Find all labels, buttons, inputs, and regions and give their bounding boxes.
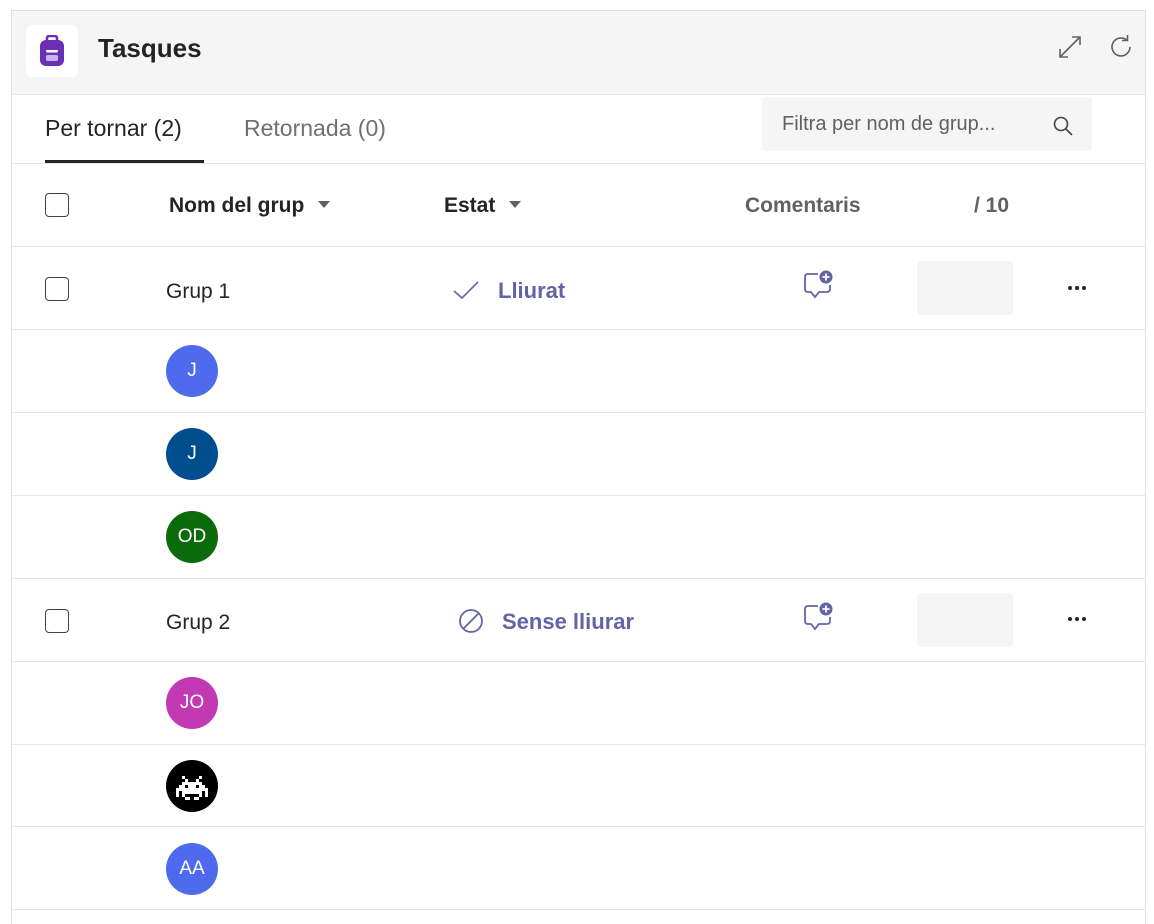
- table-header: Nom del grup Estat Comentaris / 10: [12, 164, 1145, 247]
- avatar: J: [166, 428, 218, 480]
- app-title: Tasques: [98, 33, 202, 63]
- table-row-group[interactable]: Grup 2 Sense lliurar: [12, 579, 1145, 662]
- more-options-button[interactable]: [1060, 607, 1094, 631]
- search-placeholder: Filtra per nom de grup...: [782, 113, 996, 135]
- more-options-button[interactable]: [1060, 276, 1094, 300]
- status-label: Lliurat: [498, 278, 566, 303]
- column-header-points: / 10: [974, 194, 1010, 217]
- select-all-checkbox[interactable]: [45, 193, 69, 217]
- tab-per-tornar[interactable]: Per tornar (2): [45, 115, 182, 142]
- grade-input[interactable]: [917, 261, 1013, 315]
- assignment-panel: Tasques Per tornar (2) Retornada (0) Fil…: [11, 10, 1146, 924]
- add-comment-button[interactable]: [802, 601, 836, 635]
- member-row: [12, 745, 1145, 827]
- prohibited-icon: [459, 609, 483, 634]
- app-header: Tasques: [12, 11, 1145, 95]
- status-link[interactable]: Sense lliurar: [458, 609, 634, 636]
- column-header-group-name[interactable]: Nom del grup: [169, 194, 331, 218]
- column-header-group-name-label: Nom del grup: [169, 194, 305, 217]
- app-logo: [26, 25, 78, 77]
- member-row: JO: [12, 662, 1145, 745]
- avatar: AA: [166, 843, 218, 895]
- refresh-button[interactable]: [1108, 33, 1136, 61]
- table-row-group[interactable]: Grup 1 Lliurat: [12, 247, 1145, 330]
- status-link[interactable]: Lliurat: [452, 278, 565, 304]
- add-comment-icon: [804, 602, 833, 631]
- avatar: J: [166, 345, 218, 397]
- more-icon: [1068, 286, 1086, 290]
- tabs-bar: Per tornar (2) Retornada (0) Filtra per …: [12, 95, 1145, 164]
- add-comment-icon: [804, 270, 833, 299]
- sort-caret-icon: [509, 200, 522, 208]
- member-row: J: [12, 413, 1145, 496]
- column-header-status-label: Estat: [444, 194, 496, 217]
- member-row: J: [12, 330, 1145, 413]
- space-invader-icon: [176, 776, 208, 800]
- column-header-status[interactable]: Estat: [444, 194, 522, 218]
- backpack-icon: [40, 35, 64, 66]
- column-header-comments: Comentaris: [745, 194, 861, 217]
- row-checkbox[interactable]: [45, 609, 69, 633]
- member-row: AA: [12, 827, 1145, 910]
- search-icon: [1053, 116, 1073, 136]
- active-tab-indicator: [45, 160, 204, 163]
- grade-input[interactable]: [917, 593, 1013, 647]
- group-name: Grup 2: [166, 611, 231, 634]
- row-checkbox[interactable]: [45, 277, 69, 301]
- avatar: JO: [166, 677, 218, 729]
- refresh-icon: [1111, 35, 1131, 57]
- sort-caret-icon: [318, 200, 331, 208]
- more-icon: [1068, 617, 1086, 621]
- avatar: OD: [166, 511, 218, 563]
- expand-icon: [1059, 36, 1081, 58]
- checkmark-icon: [453, 281, 479, 300]
- search-input[interactable]: Filtra per nom de grup...: [762, 97, 1092, 151]
- add-comment-button[interactable]: [802, 269, 836, 303]
- group-name: Grup 1: [166, 280, 231, 303]
- tab-retornada[interactable]: Retornada (0): [244, 115, 386, 142]
- expand-button[interactable]: [1056, 33, 1084, 61]
- member-row: OD: [12, 496, 1145, 579]
- avatar: [166, 760, 218, 812]
- status-label: Sense lliurar: [502, 609, 635, 634]
